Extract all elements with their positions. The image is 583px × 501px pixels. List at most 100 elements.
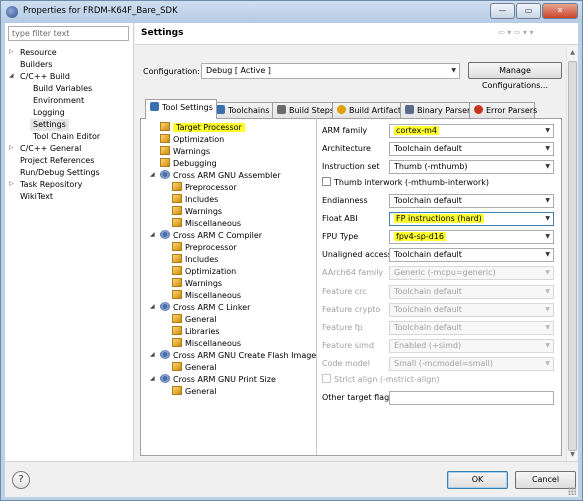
tree-item-miscellaneous[interactable]: Miscellaneous [172,218,241,230]
maximize-button[interactable]: ▭ [516,3,541,19]
feature-crc-label: Feature crc [322,287,367,296]
scroll-thumb[interactable] [568,61,577,451]
nav-item-c-c-general[interactable]: C/C++ General [17,143,84,155]
collapsed-arrow-icon[interactable]: ▷ [9,48,14,55]
button-bar: ? OK Cancel [5,461,578,497]
help-button[interactable]: ? [12,471,30,489]
tree-item-warnings[interactable]: Warnings [160,146,210,158]
tree-item-general[interactable]: General [172,362,217,374]
expanded-arrow-icon[interactable]: ◢ [150,171,155,178]
close-button[interactable]: ✕ [542,3,578,19]
tree-item-warnings[interactable]: Warnings [172,206,222,218]
tree-item-preprocessor[interactable]: Preprocessor [172,242,237,254]
tree-item-includes[interactable]: Includes [172,254,218,266]
cancel-button[interactable]: Cancel [515,471,576,489]
history-nav-arrows[interactable]: ⇦ ▾ ⇨ ▾ ▾ [498,28,534,37]
code-model-select: Small (-mcmodel=small) ▼ [389,357,554,371]
expanded-arrow-icon[interactable]: ◢ [150,303,155,310]
tab-tool-settings[interactable]: Tool Settings [145,99,217,119]
nav-item-project-references[interactable]: Project References [17,155,97,167]
feature-crc-select: Toolchain default ▼ [389,285,554,299]
dropdown-arrow-icon: ▼ [451,67,456,74]
tree-item-optimization[interactable]: Optimization [172,266,236,278]
nav-item-tool-chain-editor[interactable]: Tool Chain Editor [30,131,103,143]
tree-item-cross-arm-gnu-assembler[interactable]: Cross ARM GNU Assembler [160,170,281,182]
tree-item-warnings[interactable]: Warnings [172,278,222,290]
tree-item-miscellaneous[interactable]: Miscellaneous [172,290,241,302]
tree-item-label: Miscellaneous [185,291,242,300]
title-bar[interactable]: Properties for FRDM-K64F_Bare_SDK — ▭ ✕ [1,1,582,23]
tree-item-cross-arm-gnu-print-size[interactable]: Cross ARM GNU Print Size [160,374,276,386]
architecture-label: Architecture [322,144,371,153]
ok-button[interactable]: OK [447,471,508,489]
fpu-type-select[interactable]: fpv4-sp-d16 ▼ [389,230,554,244]
tree-item-cross-arm-gnu-create-flash-image[interactable]: Cross ARM GNU Create Flash Image [160,350,316,362]
tab-build-artifact[interactable]: Build Artifact [332,102,401,118]
resize-grip[interactable] [568,487,576,495]
unaligned-access-select[interactable]: Toolchain default ▼ [389,248,554,262]
collapsed-arrow-icon[interactable]: ▷ [9,180,14,187]
dropdown-arrow-icon: ▼ [545,342,550,349]
tab-binary-parsers[interactable]: Binary Parsers [400,102,474,118]
tree-item-general[interactable]: General [172,314,217,326]
settings-page-icon [172,194,182,203]
nav-item-build-variables[interactable]: Build Variables [30,83,95,95]
other-target-flags-input[interactable] [389,391,554,405]
nav-item-run-debug-settings[interactable]: Run/Debug Settings [17,167,103,179]
scroll-down-icon[interactable]: ▼ [567,449,578,461]
vertical-scrollbar[interactable]: ▲ ▼ [566,47,577,461]
tree-item-includes[interactable]: Includes [172,194,218,206]
tree-item-cross-arm-c-linker[interactable]: Cross ARM C Linker [160,302,250,314]
nav-item-resource[interactable]: Resource [17,47,60,59]
nav-item-settings[interactable]: Settings [30,119,69,131]
tab-build-steps[interactable]: Build Steps [272,102,334,118]
minimize-button[interactable]: — [490,3,515,19]
nav-item-logging[interactable]: Logging [30,107,68,119]
page-header: Settings ⇦ ▾ ⇨ ▾ ▾ [135,23,578,45]
nav-item-wikitext[interactable]: WikiText [17,191,56,203]
configuration-label: Configuration: [143,67,200,76]
tool-group-icon [160,374,170,383]
nav-item-task-repository[interactable]: Task Repository [17,179,85,191]
instruction-set-select[interactable]: Thumb (-mthumb) ▼ [389,160,554,174]
tree-item-optimization[interactable]: Optimization [160,134,224,146]
tree-item-cross-arm-c-compiler[interactable]: Cross ARM C Compiler [160,230,262,242]
instruction-set-label: Instruction set [322,162,380,171]
feature-simd-value: Enabled (+simd) [394,341,462,350]
settings-page-icon [172,254,182,263]
tree-item-label: General [185,363,217,372]
toolchains-icon [216,105,225,114]
manage-configurations-button[interactable]: Manage Configurations... [468,62,562,90]
tree-item-general[interactable]: General [172,386,217,398]
checkbox-box[interactable] [322,177,331,186]
tab-label: Build Artifact [349,106,401,115]
tree-item-debugging[interactable]: Debugging [160,158,217,170]
expanded-arrow-icon[interactable]: ◢ [150,375,155,382]
tool-group-icon [160,302,170,311]
architecture-select[interactable]: Toolchain default ▼ [389,142,554,156]
float-abi-value: FP instructions (hard) [394,214,484,223]
expanded-arrow-icon[interactable]: ◢ [150,351,155,358]
endianness-select[interactable]: Toolchain default ▼ [389,194,554,208]
tree-item-preprocessor[interactable]: Preprocessor [172,182,237,194]
nav-item-environment[interactable]: Environment [30,95,87,107]
configuration-select[interactable]: Debug [ Active ] ▼ [201,63,460,79]
scroll-up-icon[interactable]: ▲ [567,47,578,59]
tree-item-target-processor[interactable]: Target Processor [160,122,245,134]
dropdown-arrow-icon: ▼ [545,251,550,258]
error-parsers-icon [474,105,483,114]
collapsed-arrow-icon[interactable]: ▷ [9,144,14,151]
float-abi-select[interactable]: FP instructions (hard) ▼ [389,212,554,226]
nav-item-c-c-build[interactable]: C/C++ Build [17,71,73,83]
expanded-arrow-icon[interactable]: ◢ [150,231,155,238]
filter-input[interactable]: type filter text [8,26,129,41]
nav-item-builders[interactable]: Builders [17,59,55,71]
tree-item-libraries[interactable]: Libraries [172,326,220,338]
dialog-client: type filter text Resource ▷ Builders C/C++ … [5,23,578,497]
arm-family-select[interactable]: cortex-m4 ▼ [389,124,554,138]
expanded-arrow-icon[interactable]: ◢ [9,72,14,79]
tab-toolchains[interactable]: Toolchains [211,102,273,118]
thumb-interwork-checkbox[interactable]: Thumb interwork (-mthumb-interwork) [322,177,489,189]
tree-item-miscellaneous[interactable]: Miscellaneous [172,338,241,350]
tab-error-parsers[interactable]: Error Parsers [469,102,537,118]
